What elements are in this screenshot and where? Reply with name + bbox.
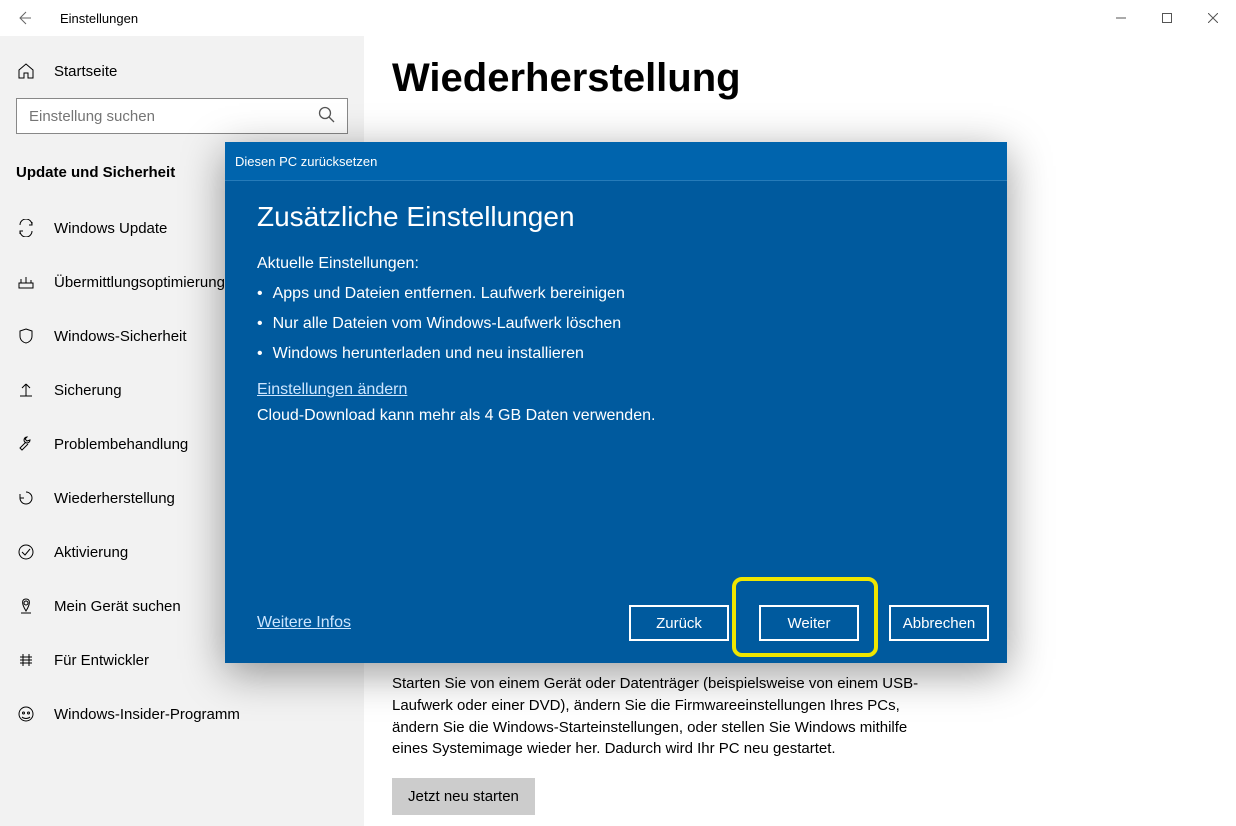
titlebar: Einstellungen: [0, 0, 1236, 36]
insider-icon: [16, 705, 36, 723]
back-button[interactable]: [0, 0, 48, 36]
backup-icon: [16, 381, 36, 399]
dialog-title: Diesen PC zurücksetzen: [225, 142, 1007, 181]
cancel-button[interactable]: Abbrechen: [889, 605, 989, 641]
sidebar-item-label: Aktivierung: [54, 544, 128, 561]
window-controls: [1098, 0, 1236, 36]
cloud-download-note: Cloud-Download kann mehr als 4 GB Daten …: [257, 407, 975, 425]
check-circle-icon: [16, 543, 36, 561]
sidebar-item-label: Windows-Insider-Programm: [54, 706, 240, 723]
next-button[interactable]: Weiter: [759, 605, 859, 641]
page-title: Wiederherstellung: [392, 56, 1208, 101]
sidebar-item-label: Wiederherstellung: [54, 490, 175, 507]
search-input[interactable]: [16, 98, 348, 134]
arrow-left-icon: [16, 10, 32, 26]
close-button[interactable]: [1190, 0, 1236, 36]
dialog-heading: Zusätzliche Einstellungen: [257, 201, 975, 233]
sidebar-item-label: Mein Gerät suchen: [54, 598, 181, 615]
sidebar-item-label: Übermittlungsoptimierung: [54, 274, 225, 291]
change-settings-link[interactable]: Einstellungen ändern: [257, 381, 407, 399]
dialog-body: Zusätzliche Einstellungen Aktuelle Einst…: [225, 181, 1007, 425]
search-wrap: [0, 98, 364, 144]
dialog-footer: Weitere Infos Zurück Weiter Abbrechen: [257, 605, 989, 641]
restart-now-button[interactable]: Jetzt neu starten: [392, 778, 535, 815]
advanced-startup-description: Starten Sie von einem Gerät oder Datentr…: [392, 673, 922, 760]
maximize-icon: [1162, 13, 1172, 23]
sidebar-item-insider[interactable]: Windows-Insider-Programm: [0, 687, 364, 741]
settings-list: Apps und Dateien entfernen. Laufwerk ber…: [257, 279, 975, 369]
list-item: Windows herunterladen und neu installier…: [257, 339, 975, 369]
minimize-icon: [1116, 13, 1126, 23]
sidebar-item-label: Windows-Sicherheit: [54, 328, 187, 345]
sidebar-item-label: Problembehandlung: [54, 436, 188, 453]
developer-icon: [16, 651, 36, 669]
window-title: Einstellungen: [48, 11, 138, 26]
settings-window: Einstellungen Startseite: [0, 0, 1236, 826]
recovery-icon: [16, 489, 36, 507]
location-icon: [16, 597, 36, 615]
sidebar-home[interactable]: Startseite: [0, 44, 364, 98]
sync-icon: [16, 219, 36, 237]
list-item: Apps und Dateien entfernen. Laufwerk ber…: [257, 279, 975, 309]
back-button-dialog[interactable]: Zurück: [629, 605, 729, 641]
maximize-button[interactable]: [1144, 0, 1190, 36]
sidebar-item-label: Für Entwickler: [54, 652, 149, 669]
more-info-link[interactable]: Weitere Infos: [257, 614, 351, 632]
shield-icon: [16, 327, 36, 345]
sidebar-home-label: Startseite: [54, 63, 117, 80]
delivery-icon: [16, 273, 36, 291]
minimize-button[interactable]: [1098, 0, 1144, 36]
sidebar-item-label: Windows Update: [54, 220, 167, 237]
home-icon: [16, 62, 36, 80]
search-icon: [318, 106, 336, 124]
reset-pc-dialog: Diesen PC zurücksetzen Zusätzliche Einst…: [225, 142, 1007, 663]
titlebar-left: Einstellungen: [0, 0, 138, 36]
list-item: Nur alle Dateien vom Windows-Laufwerk lö…: [257, 309, 975, 339]
wrench-icon: [16, 435, 36, 453]
sidebar-item-label: Sicherung: [54, 382, 122, 399]
close-icon: [1208, 13, 1218, 23]
dialog-subheading: Aktuelle Einstellungen:: [257, 255, 975, 273]
